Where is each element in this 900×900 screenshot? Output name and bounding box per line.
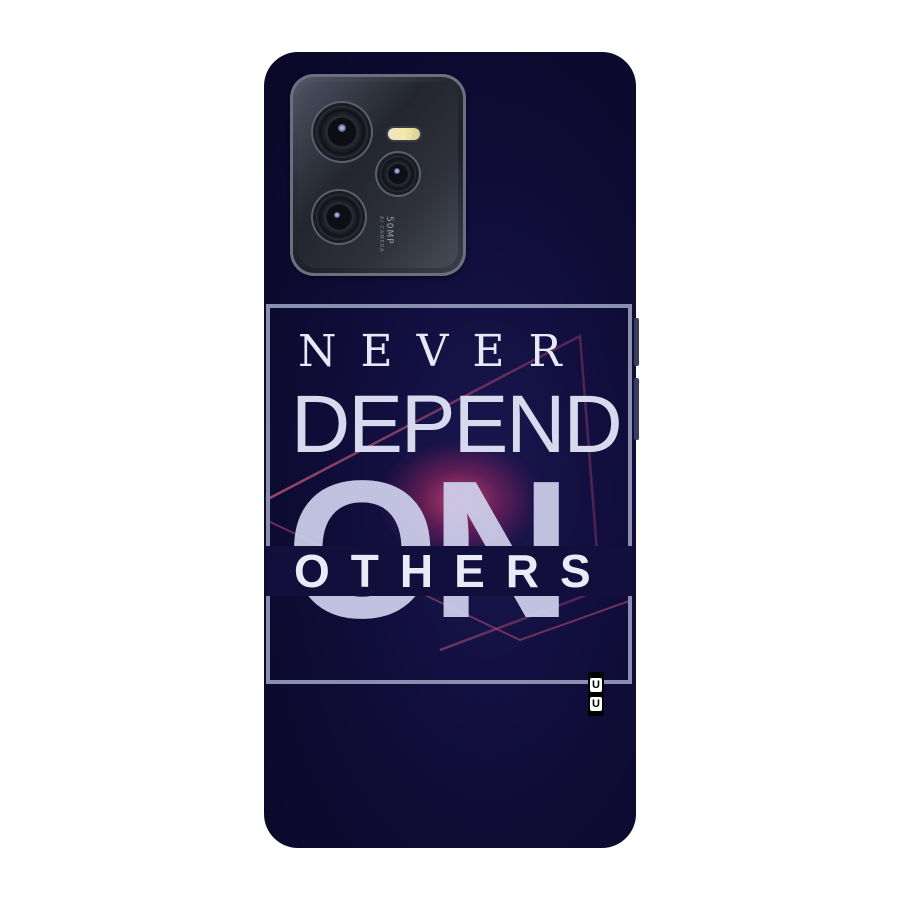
main-camera-lens (316, 106, 368, 158)
camera-spec-label: 50MP (384, 216, 394, 245)
tertiary-camera-lens (316, 194, 362, 240)
lens-glint (338, 124, 346, 132)
camera-island: 50MP AI CAMERA (298, 82, 458, 268)
lens-glint (394, 168, 400, 174)
brand-logo: U U (588, 672, 604, 716)
lens-glint (334, 212, 340, 218)
camera-module: 50MP AI CAMERA (290, 74, 466, 276)
word-others: OTHERS (294, 545, 612, 597)
product-image: NEVER DEPEND ON OTHERS 50MP AI CAMERA U … (0, 0, 900, 900)
brand-letter: U (590, 696, 602, 711)
power-button (634, 318, 639, 366)
word-never: NEVER (298, 326, 586, 377)
secondary-camera-lens (380, 156, 416, 192)
flash-light (388, 128, 420, 140)
camera-sub-label: AI CAMERA (378, 216, 384, 253)
volume-button (634, 378, 639, 440)
brand-letter: U (590, 677, 602, 692)
